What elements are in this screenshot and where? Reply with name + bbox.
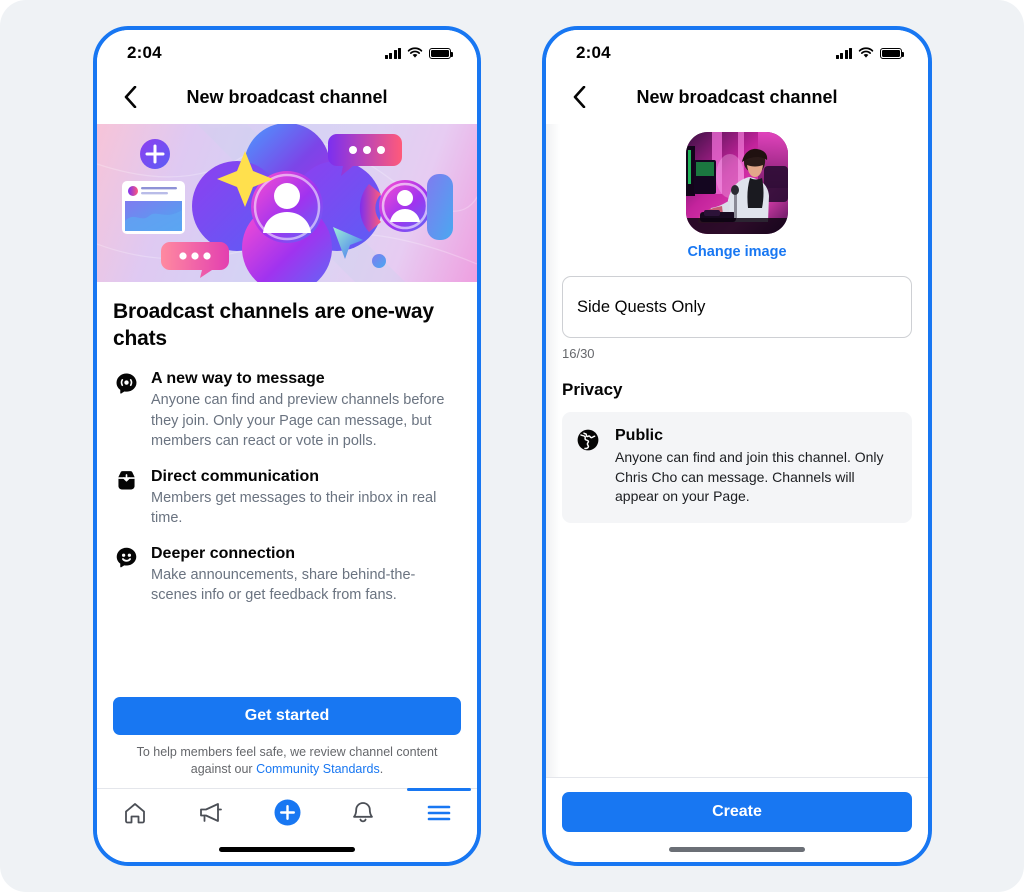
- hamburger-menu-icon: [427, 805, 451, 820]
- page-title: New broadcast channel: [186, 86, 388, 107]
- feature-title: Deeper connection: [151, 544, 296, 562]
- status-time: 2:04: [576, 43, 611, 62]
- nav-bar-right: New broadcast channel: [546, 70, 928, 124]
- chevron-left-icon: [573, 86, 585, 108]
- plus-circle-icon: [274, 799, 300, 826]
- feature-item: A new way to message Anyone can find and…: [113, 368, 461, 452]
- feature-desc: Make announcements, share behind-the-sce…: [151, 566, 416, 604]
- wifi-icon: [407, 47, 423, 58]
- page-title: New broadcast channel: [636, 86, 838, 107]
- tab-home[interactable]: [97, 789, 173, 836]
- broadcast-channels-illustration: [97, 124, 477, 282]
- home-indicator-left: [97, 836, 477, 862]
- tab-pages[interactable]: [173, 789, 249, 836]
- nav-bar-left: New broadcast channel: [97, 70, 477, 124]
- screen-intro: 2:04 New broadcast channel Broadcast cha…: [97, 30, 477, 862]
- privacy-option-desc: Anyone can find and join this channel. O…: [615, 449, 884, 504]
- home-icon: [125, 802, 145, 823]
- screen-create-channel: 2:04 New broadcast channel Change image …: [546, 30, 928, 862]
- tab-menu[interactable]: [401, 788, 477, 836]
- left-edge-shade: [546, 124, 560, 777]
- wifi-icon: [858, 47, 874, 58]
- create-channel-form: Change image Side Quests Only 16/30 Priv…: [546, 124, 928, 777]
- privacy-heading: Privacy: [562, 380, 623, 399]
- status-bar-right: 2:04: [546, 30, 928, 70]
- tab-notifications[interactable]: [325, 789, 401, 836]
- create-button[interactable]: Create: [562, 792, 912, 832]
- battery-full-icon: [429, 47, 454, 59]
- inbox-tray-icon: [113, 468, 139, 494]
- smiley-bubble-icon: [113, 545, 139, 571]
- phone-left: 2:04 New broadcast channel Broadcast cha…: [93, 26, 481, 866]
- intro-title: Broadcast channels are one-way chats: [113, 300, 434, 350]
- intro-content: Broadcast channels are one-way chats A n…: [97, 282, 477, 689]
- bottom-tab-bar: [97, 788, 477, 836]
- tab-create[interactable]: [249, 789, 325, 836]
- status-icons: [836, 47, 905, 59]
- back-button[interactable]: [113, 80, 147, 114]
- privacy-option-public[interactable]: Public Anyone can find and join this cha…: [562, 412, 912, 523]
- feature-desc: Anyone can find and preview channels bef…: [151, 392, 445, 449]
- status-icons: [385, 47, 454, 59]
- status-time: 2:04: [127, 43, 162, 62]
- cellular-bars-icon: [836, 47, 852, 59]
- safety-disclaimer: To help members feel safe, we review cha…: [113, 744, 461, 778]
- privacy-option-title: Public: [615, 427, 664, 444]
- get-started-button[interactable]: Get started: [113, 697, 461, 735]
- battery-full-icon: [880, 47, 905, 59]
- broadcast-bubble-icon: [113, 370, 139, 396]
- feature-title: Direct communication: [151, 467, 320, 485]
- change-image-button[interactable]: Change image: [687, 244, 786, 260]
- feature-item: Deeper connection Make announcements, sh…: [113, 543, 461, 606]
- create-section: Create: [546, 777, 928, 836]
- feature-item: Direct communication Members get message…: [113, 466, 461, 529]
- globe-icon: [576, 428, 602, 454]
- feature-desc: Members get messages to their inbox in r…: [151, 489, 437, 527]
- chevron-left-icon: [124, 86, 136, 108]
- bell-icon: [353, 801, 373, 822]
- disclaimer-suffix: .: [379, 762, 384, 776]
- phone-right: 2:04 New broadcast channel Change image …: [542, 26, 932, 866]
- back-button[interactable]: [562, 80, 596, 114]
- feature-title: A new way to message: [151, 370, 325, 387]
- community-standards-link[interactable]: Community Standards: [256, 762, 380, 776]
- status-bar-left: 2:04: [97, 30, 477, 70]
- channel-name-input[interactable]: Side Quests Only: [562, 276, 912, 338]
- character-counter: 16/30: [562, 346, 595, 361]
- channel-image-section: Change image: [562, 132, 912, 260]
- cta-section: Get started To help members feel safe, w…: [97, 689, 477, 788]
- home-indicator-right: [546, 836, 928, 862]
- channel-thumbnail[interactable]: [686, 132, 788, 234]
- megaphone-icon: [200, 802, 222, 822]
- cellular-bars-icon: [385, 47, 401, 59]
- active-tab-indicator: [407, 788, 471, 791]
- page-root: 2:04 New broadcast channel Broadcast cha…: [0, 0, 1024, 892]
